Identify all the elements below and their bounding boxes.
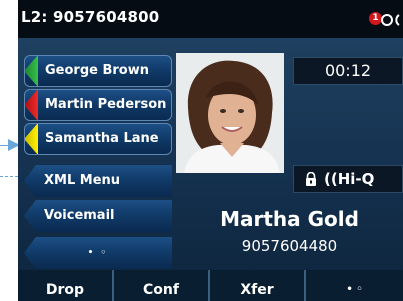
line-title: L2: 9057604800 bbox=[21, 8, 160, 26]
caller-number: 9057604480 bbox=[241, 237, 338, 255]
phone-status-icon bbox=[381, 14, 400, 26]
caller-photo bbox=[176, 53, 284, 173]
call-timer: 00:12 bbox=[293, 57, 403, 85]
presence-indicator-green bbox=[25, 56, 38, 86]
drop-softkey[interactable]: Drop bbox=[18, 270, 114, 301]
line-key-samantha-lane[interactable]: Samantha Lane bbox=[24, 123, 172, 155]
more-softkey[interactable]: • ◦ bbox=[306, 270, 403, 301]
callout-dashed-line bbox=[0, 176, 18, 177]
xfer-softkey[interactable]: Xfer bbox=[210, 270, 306, 301]
nav-key-label: Voicemail bbox=[44, 208, 115, 223]
line-key-label: Martin Pederson bbox=[45, 97, 167, 112]
line-key-martin-pederson[interactable]: Martin Pederson bbox=[24, 89, 172, 121]
more-dots: • ◦ bbox=[87, 248, 109, 258]
lock-icon bbox=[306, 172, 316, 186]
caller-avatar-image bbox=[176, 53, 284, 173]
line-key-label: George Brown bbox=[45, 63, 149, 78]
hiq-audio-label: ((Hi-Q bbox=[324, 170, 375, 188]
nav-key-label: XML Menu bbox=[44, 173, 121, 188]
conf-softkey[interactable]: Conf bbox=[114, 270, 210, 301]
caller-name: Martha Gold bbox=[220, 207, 359, 231]
more-keys-button[interactable]: • ◦ bbox=[24, 237, 172, 269]
line-key-george-brown[interactable]: George Brown bbox=[24, 55, 172, 87]
call-info-box: ((Hi-Q bbox=[293, 165, 403, 193]
softkey-bar: Drop Conf Xfer • ◦ bbox=[18, 270, 403, 301]
phone-screen: L2: 9057604800 1 George Brown Martin Ped… bbox=[18, 0, 403, 301]
voicemail-key[interactable]: Voicemail bbox=[24, 200, 172, 232]
presence-indicator-yellow bbox=[25, 124, 38, 154]
xml-menu-key[interactable]: XML Menu bbox=[24, 165, 172, 197]
presence-indicator-red bbox=[25, 90, 38, 120]
status-bar: L2: 9057604800 1 bbox=[18, 0, 403, 38]
line-key-label: Samantha Lane bbox=[45, 131, 159, 146]
